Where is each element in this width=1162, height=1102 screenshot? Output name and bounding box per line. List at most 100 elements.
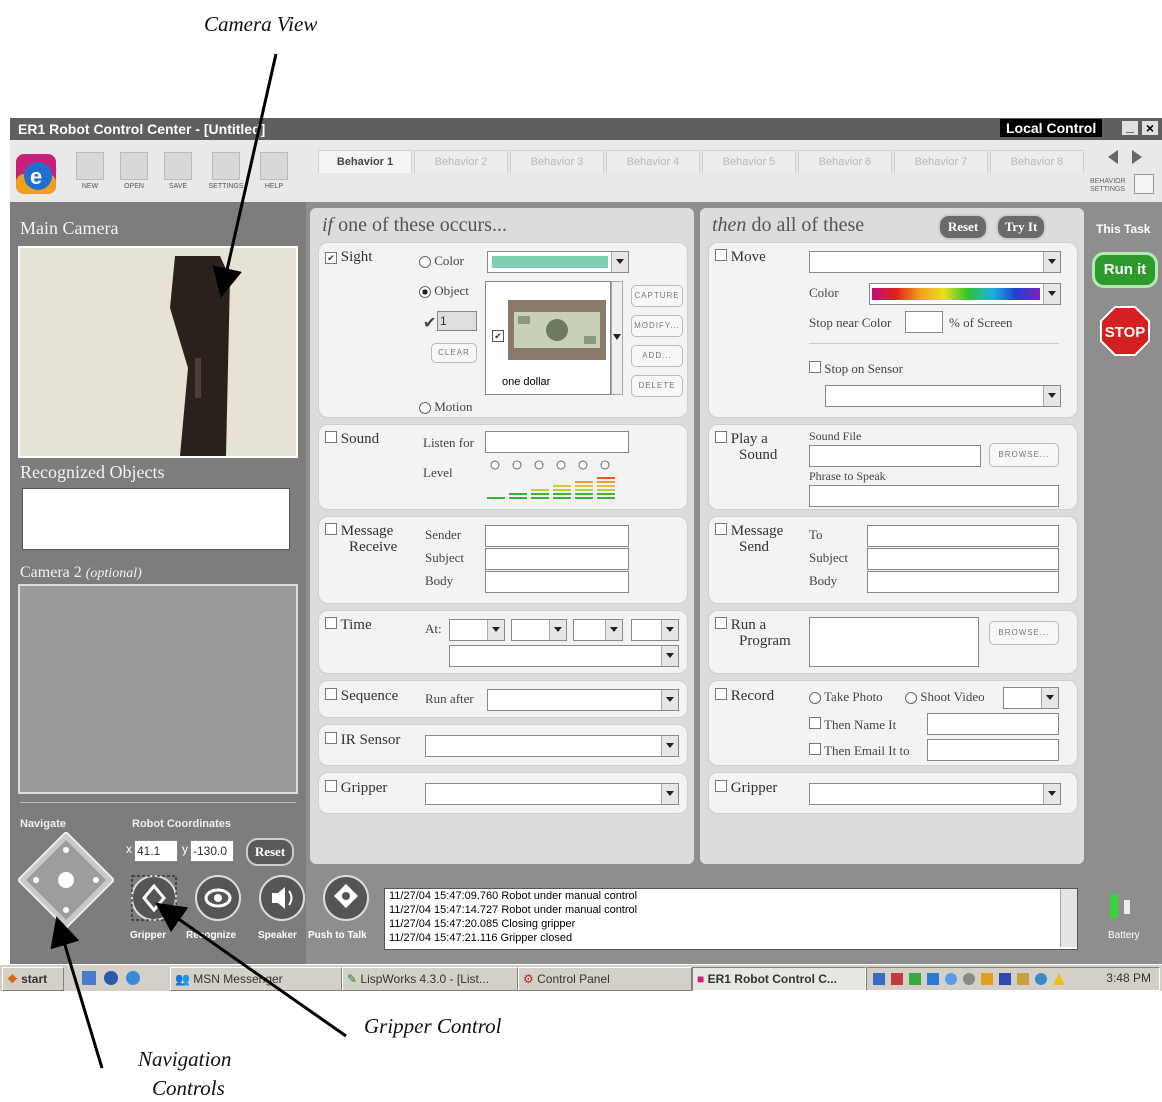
take-photo-radio[interactable] — [809, 692, 821, 705]
message-send-checkbox-row[interactable]: Message Send — [715, 523, 783, 555]
object-list-scrollbar[interactable] — [611, 281, 623, 395]
close-button[interactable]: × — [1142, 121, 1158, 135]
object-count-field[interactable]: 1 — [437, 311, 477, 331]
then-reset-button[interactable]: Reset — [938, 214, 988, 240]
recognize-button[interactable] — [194, 874, 242, 922]
ir-sensor-checkbox-row[interactable]: IR Sensor — [325, 732, 400, 749]
event-log[interactable]: 11/27/04 15:47:09.760 Robot under manual… — [384, 888, 1078, 950]
new-button[interactable]: NEW — [70, 152, 110, 196]
motion-option[interactable]: Motion — [419, 399, 473, 415]
color-option[interactable]: Color — [419, 253, 464, 269]
hour-select[interactable] — [449, 619, 505, 641]
play-sound-checkbox-row[interactable]: Play a Sound — [715, 431, 777, 463]
stop-on-sensor-checkbox[interactable] — [809, 361, 821, 373]
tab-behavior-5[interactable]: Behavior 5 — [702, 150, 796, 173]
program-browse-button[interactable]: BROWSE... — [989, 621, 1059, 645]
open-button[interactable]: OPEN — [114, 152, 154, 196]
run-program-checkbox-row[interactable]: Run a Program — [715, 617, 791, 649]
object-item-checkbox[interactable]: ✔ — [492, 330, 504, 342]
record-checkbox[interactable] — [715, 688, 727, 700]
sight-checkbox[interactable]: ✔ — [325, 252, 337, 264]
tray-icons[interactable] — [871, 971, 1091, 987]
if-gripper-checkbox-row[interactable]: Gripper — [325, 780, 387, 797]
sight-color-select[interactable] — [487, 251, 629, 273]
minimize-button[interactable]: _ — [1122, 119, 1138, 135]
sound-level-selector[interactable] — [485, 459, 635, 503]
body-input[interactable] — [485, 571, 629, 593]
browser-icon[interactable] — [126, 971, 140, 985]
run-program-checkbox[interactable] — [715, 617, 727, 629]
add-button[interactable]: ADD... — [631, 345, 683, 367]
modify-button[interactable]: MODIFY... — [631, 315, 683, 337]
behavior-settings-button[interactable]: BEHAVIOR SETTINGS — [1090, 172, 1156, 198]
taskbar-item-er1[interactable]: ■ ER1 Robot Control C... — [692, 967, 866, 991]
if-gripper-checkbox[interactable] — [325, 780, 337, 792]
tab-behavior-3[interactable]: Behavior 3 — [510, 150, 604, 173]
then-name-it-row[interactable]: Then Name It — [809, 717, 896, 733]
tab-behavior-6[interactable]: Behavior 6 — [798, 150, 892, 173]
run-it-button[interactable]: Run it — [1092, 252, 1158, 288]
then-gripper-checkbox-row[interactable]: Gripper — [715, 780, 777, 797]
sender-input[interactable] — [485, 525, 629, 547]
record-checkbox-row[interactable]: Record — [715, 688, 774, 705]
sequence-checkbox-row[interactable]: Sequence — [325, 688, 398, 705]
sound-checkbox-row[interactable]: Sound — [325, 431, 379, 448]
to-input[interactable] — [867, 525, 1059, 547]
clear-button[interactable]: CLEAR — [431, 343, 477, 363]
settings-button[interactable]: SETTINGS — [206, 152, 246, 196]
y-coordinate-field[interactable]: -130.0 — [190, 840, 234, 862]
send-body-input[interactable] — [867, 571, 1059, 593]
program-path-input[interactable] — [809, 617, 979, 667]
move-select[interactable] — [809, 251, 1061, 273]
capture-button[interactable]: CAPTURE — [631, 285, 683, 307]
x-coordinate-field[interactable]: 41.1 — [134, 840, 178, 862]
media-player-icon[interactable] — [104, 971, 118, 985]
gripper-button[interactable] — [130, 874, 178, 922]
navigation-pad[interactable] — [16, 830, 116, 930]
phrase-to-speak-input[interactable] — [809, 485, 1059, 507]
object-option[interactable]: Object — [419, 283, 469, 299]
stop-on-sensor-row[interactable]: Stop on Sensor — [809, 361, 903, 377]
move-checkbox[interactable] — [715, 249, 727, 261]
ir-sensor-checkbox[interactable] — [325, 732, 337, 744]
taskbar-item-lispworks[interactable]: ✎ LispWorks 4.3.0 - [List... — [342, 967, 518, 991]
stop-button[interactable]: STOP — [1100, 306, 1150, 356]
then-email-it-row[interactable]: Then Email It to — [809, 743, 910, 759]
time-repeat-select[interactable] — [449, 645, 679, 667]
delete-button[interactable]: DELETE — [631, 375, 683, 397]
send-subject-input[interactable] — [867, 548, 1059, 570]
speaker-button[interactable] — [258, 874, 306, 922]
sight-checkbox-row[interactable]: ✔ Sight — [325, 249, 372, 266]
message-receive-checkbox[interactable] — [325, 523, 337, 535]
subject-input[interactable] — [485, 548, 629, 570]
then-gripper-select[interactable] — [809, 783, 1061, 805]
shoot-video-radio[interactable] — [905, 692, 917, 705]
push-to-talk-button[interactable] — [322, 874, 370, 922]
if-gripper-select[interactable] — [425, 783, 679, 805]
move-color-select[interactable] — [869, 283, 1061, 305]
coordinates-reset-button[interactable]: Reset — [246, 838, 294, 866]
then-name-it-checkbox[interactable] — [809, 717, 821, 729]
help-button[interactable]: HELP — [254, 152, 294, 196]
log-scrollbar[interactable] — [1060, 889, 1077, 947]
listen-for-input[interactable] — [485, 431, 629, 453]
time-checkbox-row[interactable]: Time — [325, 617, 372, 634]
ir-sensor-select[interactable] — [425, 735, 679, 757]
run-after-select[interactable] — [487, 689, 679, 711]
tab-behavior-8[interactable]: Behavior 8 — [990, 150, 1084, 173]
sound-file-input[interactable] — [809, 445, 981, 467]
tab-behavior-4[interactable]: Behavior 4 — [606, 150, 700, 173]
next-tab-arrow-icon[interactable] — [1126, 148, 1148, 166]
tab-behavior-2[interactable]: Behavior 2 — [414, 150, 508, 173]
sound-checkbox[interactable] — [325, 431, 337, 443]
time-checkbox[interactable] — [325, 617, 337, 629]
object-list[interactable]: ✔ one dollar — [485, 281, 611, 395]
take-photo-option[interactable]: Take Photo — [809, 689, 883, 705]
message-send-checkbox[interactable] — [715, 523, 727, 535]
object-radio[interactable] — [419, 286, 431, 299]
start-button[interactable]: ❖ start — [2, 967, 64, 991]
quick-launch-icon[interactable] — [82, 971, 96, 985]
save-button[interactable]: SAVE — [158, 152, 198, 196]
then-email-it-input[interactable] — [927, 739, 1059, 761]
stop-near-color-input[interactable] — [905, 311, 943, 333]
